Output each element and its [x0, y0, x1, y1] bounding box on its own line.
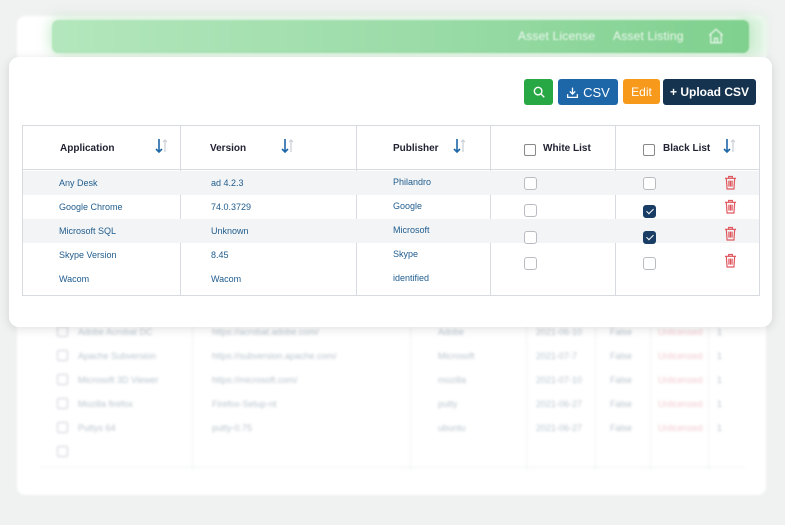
nav-asset-license[interactable]: Asset License — [518, 29, 595, 43]
table-row: Google Chrome 74.0.3729 Google — [23, 195, 759, 219]
sort-icon[interactable] — [281, 138, 295, 154]
search-button[interactable] — [524, 79, 553, 105]
trash-icon[interactable] — [724, 175, 737, 190]
application-name: Google Chrome — [59, 202, 123, 212]
trash-icon[interactable] — [724, 199, 737, 214]
upload-csv-button[interactable]: + Upload CSV — [663, 79, 756, 105]
table-row: Wacom Wacom identified — [23, 267, 759, 291]
application-version: 8.45 — [211, 250, 229, 260]
trash-icon[interactable] — [724, 253, 737, 268]
application-name: Wacom — [59, 274, 90, 284]
table-header: Application Version Publisher White List… — [23, 126, 759, 170]
search-icon — [533, 86, 545, 98]
table-row: Any Desk ad 4.2.3 Philandro — [23, 171, 759, 195]
sort-icon[interactable] — [155, 138, 169, 154]
application-table: Application Version Publisher White List… — [22, 125, 760, 296]
sort-icon[interactable] — [723, 138, 737, 154]
sort-icon[interactable] — [453, 138, 467, 154]
application-name: Any Desk — [59, 178, 98, 188]
application-version: Unknown — [211, 226, 249, 236]
black-list-select-all-checkbox[interactable] — [643, 144, 655, 156]
application-publisher: Skype — [393, 249, 419, 259]
download-icon — [567, 87, 579, 98]
top-navigation-bar: Asset License Asset Listing — [52, 20, 749, 53]
application-name: Microsoft SQL — [59, 226, 117, 236]
application-version: Wacom — [211, 274, 242, 284]
application-publisher: Microsoft — [393, 225, 430, 235]
csv-download-button[interactable]: CSV — [558, 79, 618, 105]
background-row: Apache Subversion https://subversion.apa… — [40, 344, 745, 368]
white-list-checkbox[interactable] — [524, 204, 537, 217]
edit-button[interactable]: Edit — [623, 79, 660, 104]
header-black-list: Black List — [663, 143, 711, 154]
home-icon[interactable] — [707, 27, 725, 45]
application-publisher: identified — [393, 273, 430, 283]
header-publisher: Publisher — [393, 143, 439, 154]
background-asset-table: Adobe Acrobat DC https://acrobat.adobe.c… — [40, 320, 745, 470]
csv-label: CSV — [583, 84, 610, 100]
table-row: Skype Version 8.45 Skype — [23, 243, 759, 270]
application-name: Skype Version — [59, 250, 117, 260]
header-application: Application — [60, 143, 115, 154]
header-version: Version — [210, 143, 247, 154]
table-row: Microsoft SQL Unknown Microsoft — [23, 219, 759, 244]
trash-icon[interactable] — [724, 226, 737, 241]
application-publisher: Philandro — [393, 177, 432, 187]
white-list-select-all-checkbox[interactable] — [524, 144, 536, 156]
white-list-checkbox[interactable] — [524, 177, 537, 190]
background-row: Puttys 64 putty-0.75 ubuntu 2021-06-27 F… — [40, 416, 745, 440]
application-version: ad 4.2.3 — [211, 178, 244, 188]
application-version: 74.0.3729 — [211, 202, 252, 212]
background-row: Microsoft 3D Viewer https://microsoft.co… — [40, 368, 745, 392]
application-publisher: Google — [393, 201, 423, 211]
header-white-list: White List — [543, 143, 591, 154]
nav-asset-listing[interactable]: Asset Listing — [613, 29, 684, 43]
background-row: Mozilla firefox Firefox-Setup-nt putty 2… — [40, 392, 745, 416]
background-row — [40, 440, 745, 464]
black-list-checkbox[interactable] — [643, 177, 656, 190]
application-list-modal: CSV Edit + Upload CSV Application Versio… — [9, 57, 772, 327]
black-list-checkbox[interactable] — [643, 205, 656, 218]
